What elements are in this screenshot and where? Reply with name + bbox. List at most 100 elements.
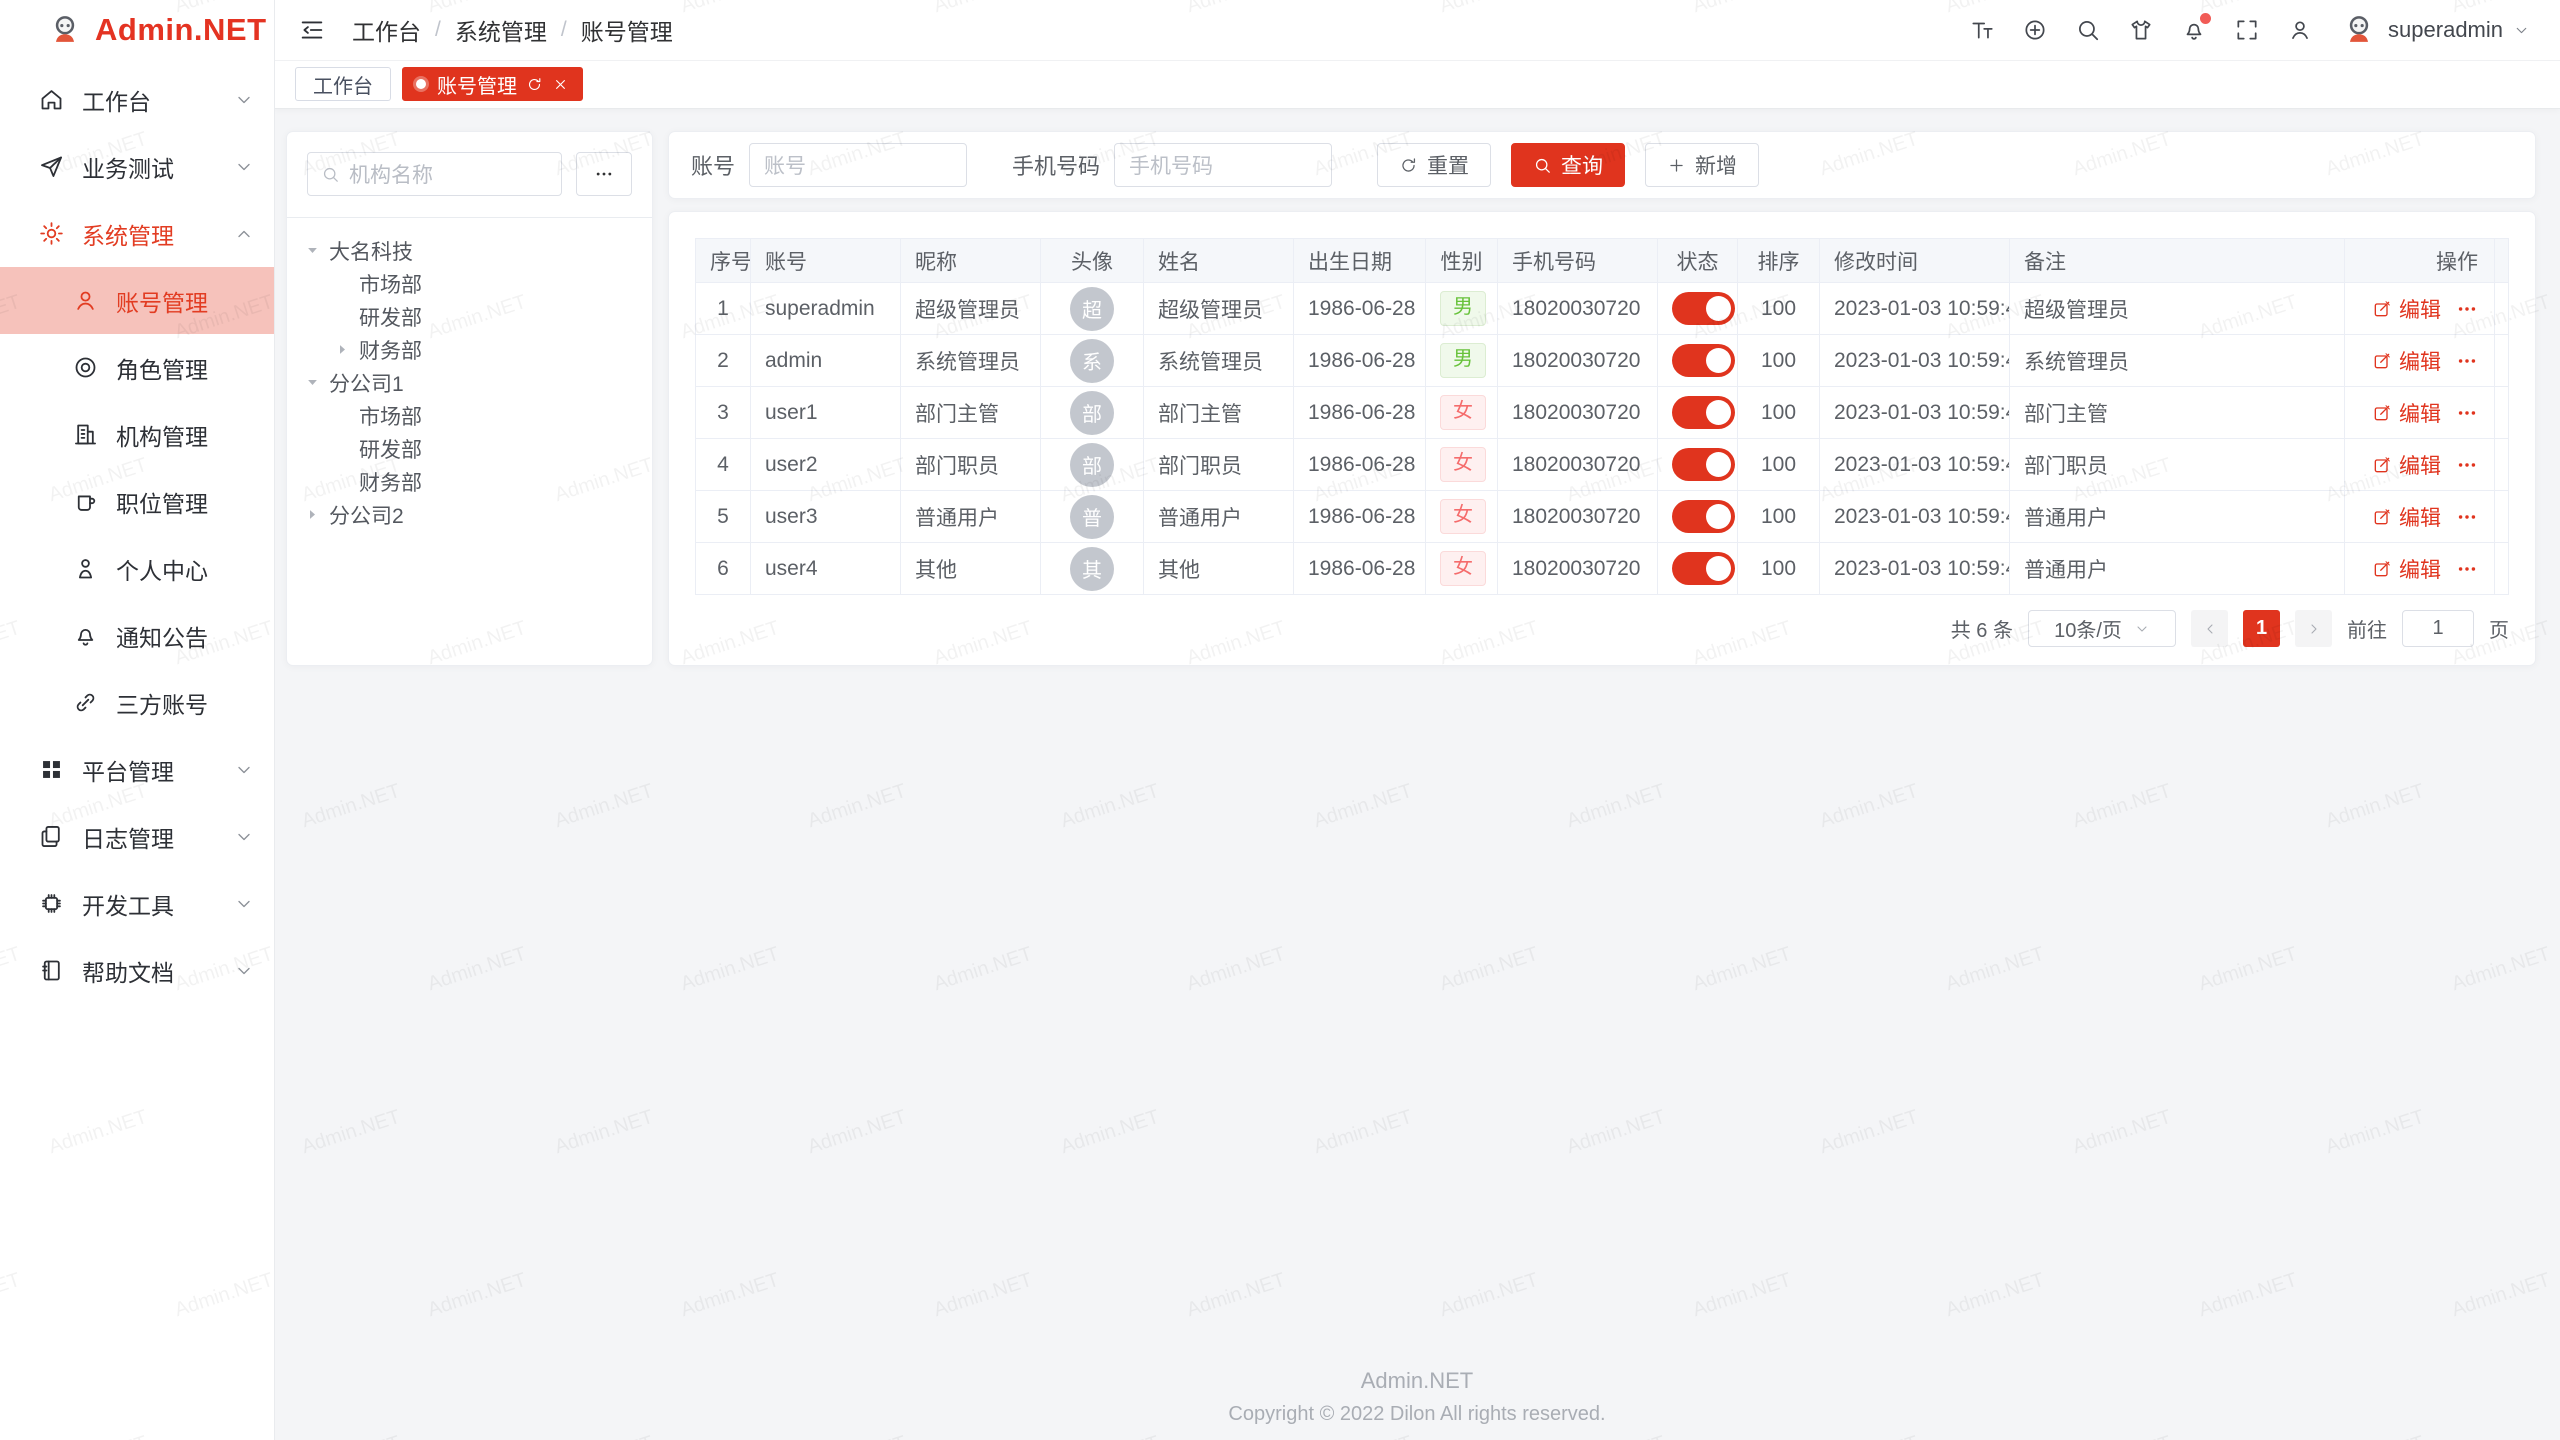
gender-tag: 女	[1440, 395, 1486, 430]
tree-node[interactable]: 大名科技	[301, 234, 642, 267]
tree-node[interactable]: 财务部	[301, 333, 642, 366]
page-size-select[interactable]: 10条/页	[2028, 610, 2176, 647]
table-row: 6user4其他其其他1986-06-28女180200307201002023…	[696, 543, 2509, 595]
edit-button[interactable]: 编辑	[2372, 502, 2441, 532]
collapse-menu-icon[interactable]	[298, 16, 326, 44]
tree-node[interactable]: 市场部	[301, 399, 642, 432]
profile-icon[interactable]	[2287, 17, 2313, 43]
goto-page-input[interactable]: 1	[2402, 610, 2474, 647]
prev-page-button[interactable]	[2191, 610, 2228, 647]
cell-nickname: 普通用户	[901, 491, 1041, 543]
row-more-button[interactable]	[2456, 506, 2478, 528]
edit-button[interactable]: 编辑	[2372, 554, 2441, 584]
sidebar-item-platform-management[interactable]: 平台管理	[0, 736, 274, 803]
tree-node[interactable]: 财务部	[301, 465, 642, 498]
total-count: 共 6 条	[1951, 614, 2013, 643]
notification-icon[interactable]	[2181, 17, 2207, 43]
tree-node[interactable]: 市场部	[301, 267, 642, 300]
sidebar-item-help-docs[interactable]: 帮助文档	[0, 937, 274, 1004]
cell-birthdate: 1986-06-28	[1294, 387, 1426, 439]
status-toggle[interactable]	[1672, 500, 1735, 533]
tab-account-management[interactable]: 账号管理	[402, 67, 583, 101]
status-toggle[interactable]	[1672, 396, 1735, 429]
sidebar-item-account-management[interactable]: 账号管理	[0, 267, 274, 334]
language-icon[interactable]	[2022, 17, 2048, 43]
table-row: 5user3普通用户普普通用户1986-06-28女18020030720100…	[696, 491, 2509, 543]
status-toggle[interactable]	[1672, 552, 1735, 585]
table-row: 1superadmin超级管理员超超级管理员1986-06-28男1802003…	[696, 283, 2509, 335]
table-row: 3user1部门主管部部门主管1986-06-28女18020030720100…	[696, 387, 2509, 439]
top-header: 工作台 / 系统管理 / 账号管理	[274, 0, 2560, 61]
status-toggle[interactable]	[1672, 448, 1735, 481]
row-more-button[interactable]	[2456, 558, 2478, 580]
cell-remark: 普通用户	[2010, 543, 2345, 595]
scrollbar-gutter	[2495, 491, 2509, 543]
sidebar-item-position-management[interactable]: 职位管理	[0, 468, 274, 535]
row-more-button[interactable]	[2456, 298, 2478, 320]
tree-node[interactable]: 分公司1	[301, 366, 642, 399]
page-unit: 页	[2489, 614, 2509, 643]
tree-node[interactable]: 分公司2	[301, 498, 642, 531]
add-button[interactable]: 新增	[1645, 143, 1759, 187]
sidebar-item-business-test[interactable]: 业务测试	[0, 133, 274, 200]
edit-label: 编辑	[2399, 294, 2441, 324]
sidebar-item-org-management[interactable]: 机构管理	[0, 401, 274, 468]
breadcrumb-item-workbench[interactable]: 工作台	[352, 13, 421, 47]
filter-panel: 账号 账号 手机号码 手机号码 重置 查询 新增	[668, 131, 2536, 199]
tab-refresh-icon[interactable]	[526, 76, 543, 93]
cell-account: superadmin	[751, 283, 901, 335]
row-more-button[interactable]	[2456, 350, 2478, 372]
theme-icon[interactable]	[2128, 17, 2154, 43]
cell-birthdate: 1986-06-28	[1294, 491, 1426, 543]
sidebar-item-workbench[interactable]: 工作台	[0, 66, 274, 133]
sidebar-item-personal-center[interactable]: 个人中心	[0, 535, 274, 602]
cell-phone: 18020030720	[1498, 283, 1658, 335]
cell-gender: 女	[1426, 491, 1498, 543]
reset-button[interactable]: 重置	[1377, 143, 1491, 187]
page-number-active[interactable]: 1	[2243, 610, 2280, 647]
chevron-left-icon	[2202, 621, 2218, 637]
search-icon[interactable]	[2075, 17, 2101, 43]
tab-close-icon[interactable]	[552, 76, 569, 93]
tree-node-label: 分公司1	[329, 368, 404, 398]
chevron-right-icon	[2306, 621, 2322, 637]
cell-order: 100	[1738, 491, 1820, 543]
account-input[interactable]: 账号	[749, 143, 967, 187]
column-header: 头像	[1041, 239, 1144, 283]
cell-account: user1	[751, 387, 901, 439]
cell-modified-time: 2023-01-03 10:59:44	[1820, 283, 2010, 335]
cell-modified-time: 2023-01-03 10:59:44	[1820, 387, 2010, 439]
tab-workbench[interactable]: 工作台	[295, 67, 391, 101]
status-toggle[interactable]	[1672, 292, 1735, 325]
query-button[interactable]: 查询	[1511, 143, 1625, 187]
ellipsis-icon	[594, 164, 614, 184]
edit-button[interactable]: 编辑	[2372, 398, 2441, 428]
phone-input[interactable]: 手机号码	[1114, 143, 1332, 187]
tree-node-label: 市场部	[359, 401, 422, 431]
sidebar-item-dev-tools[interactable]: 开发工具	[0, 870, 274, 937]
sidebar-item-third-party-account[interactable]: 三方账号	[0, 669, 274, 736]
status-toggle[interactable]	[1672, 344, 1735, 377]
sidebar-item-log-management[interactable]: 日志管理	[0, 803, 274, 870]
sidebar-item-notice[interactable]: 通知公告	[0, 602, 274, 669]
row-more-button[interactable]	[2456, 402, 2478, 424]
column-header: 排序	[1738, 239, 1820, 283]
edit-button[interactable]: 编辑	[2372, 294, 2441, 324]
breadcrumb-item-system[interactable]: 系统管理	[455, 13, 547, 47]
gender-tag: 女	[1440, 551, 1486, 586]
tree-node[interactable]: 研发部	[301, 432, 642, 465]
next-page-button[interactable]	[2295, 610, 2332, 647]
row-more-button[interactable]	[2456, 454, 2478, 476]
org-more-button[interactable]	[576, 152, 632, 196]
org-search-input[interactable]: 机构名称	[307, 152, 562, 196]
cell-modified-time: 2023-01-03 10:59:44	[1820, 439, 2010, 491]
tree-node[interactable]: 研发部	[301, 300, 642, 333]
sidebar-item-role-management[interactable]: 角色管理	[0, 334, 274, 401]
sidebar-item-system-management[interactable]: 系统管理	[0, 200, 274, 267]
cell-gender: 女	[1426, 387, 1498, 439]
edit-button[interactable]: 编辑	[2372, 346, 2441, 376]
font-size-icon[interactable]	[1969, 17, 1995, 43]
edit-button[interactable]: 编辑	[2372, 450, 2441, 480]
fullscreen-icon[interactable]	[2234, 17, 2260, 43]
user-menu[interactable]: superadmin	[2340, 11, 2530, 49]
